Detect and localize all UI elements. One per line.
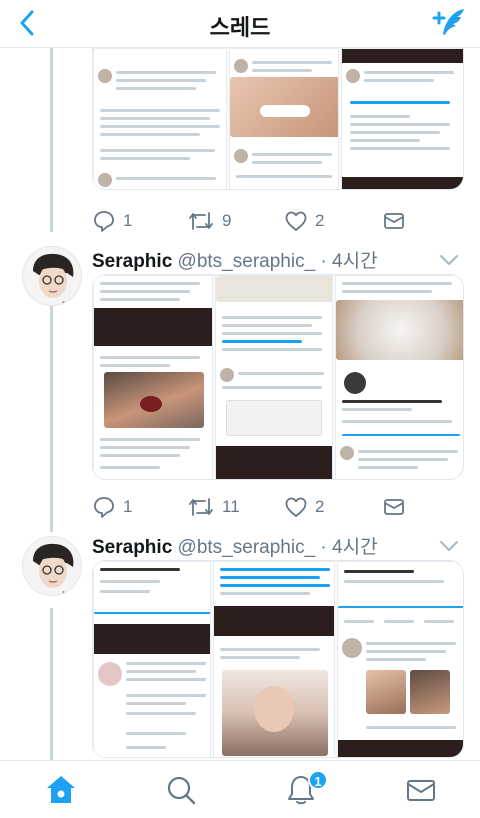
search-icon [167, 776, 196, 805]
tweet[interactable]: Seraphic @bts_seraphic_ · 4시간 [0, 536, 480, 760]
page-title: 스레드 [209, 15, 271, 40]
bottom-tab-bar [0, 760, 480, 818]
media-tile [93, 48, 227, 189]
retweet-icon [189, 212, 213, 230]
tweet-media[interactable] [92, 48, 464, 190]
media-tile [93, 275, 213, 479]
envelope-icon [384, 213, 404, 229]
profile-photo-icon [23, 537, 81, 595]
reply-icon [94, 211, 114, 232]
like-count: 2 [315, 211, 325, 230]
compose-button[interactable] [428, 6, 468, 40]
media-tile [337, 561, 463, 757]
like-button[interactable]: 2 [284, 206, 324, 236]
avatar[interactable] [22, 536, 82, 596]
profile-photo-icon [23, 247, 81, 305]
media-tile [93, 561, 211, 757]
display-name[interactable]: Seraphic [92, 537, 172, 558]
tweet-header: Seraphic @bts_seraphic_ · 4시간 [92, 246, 378, 273]
heart-icon [285, 497, 307, 517]
home-icon [47, 776, 75, 803]
avatar[interactable] [22, 246, 82, 306]
tweet-actions: 1 9 2 [92, 206, 464, 236]
like-count: 2 [315, 497, 325, 516]
tweet-media[interactable] [92, 274, 464, 480]
media-tile [229, 48, 339, 189]
retweet-icon [189, 498, 213, 516]
reply-button[interactable]: 1 [92, 206, 132, 236]
tweet[interactable]: 1 9 2 [0, 48, 480, 236]
reply-button[interactable]: 1 [92, 492, 132, 522]
compose-feather-icon [432, 9, 464, 35]
retweet-button[interactable]: 11 [187, 492, 240, 522]
tweet-media[interactable] [92, 560, 464, 758]
retweet-button[interactable]: 9 [187, 206, 231, 236]
user-handle[interactable]: @bts_seraphic_ [178, 537, 316, 558]
chevron-down-icon [440, 541, 458, 551]
notification-badge: 1 [308, 770, 328, 790]
timestamp[interactable]: · 4시간 [320, 537, 377, 558]
reply-count: 1 [123, 497, 133, 516]
share-button[interactable] [382, 206, 406, 236]
envelope-icon [384, 499, 404, 515]
top-bar: 스레드 [0, 0, 480, 48]
reply-count: 1 [123, 211, 133, 230]
tweet[interactable]: Seraphic @bts_seraphic_ · 4시간 [0, 236, 480, 536]
heart-icon [285, 211, 307, 231]
tweet-options-button[interactable] [438, 252, 460, 268]
tab-messages[interactable] [404, 773, 438, 807]
tweet-options-button[interactable] [438, 538, 460, 554]
media-tile [335, 275, 463, 479]
media-tile [341, 48, 463, 189]
share-button[interactable] [382, 492, 406, 522]
display-name[interactable]: Seraphic [92, 251, 172, 272]
retweet-count: 9 [222, 211, 232, 230]
retweet-count: 11 [222, 497, 240, 516]
user-handle[interactable]: @bts_seraphic_ [178, 251, 316, 272]
reply-icon [94, 497, 114, 518]
tweet-header: Seraphic @bts_seraphic_ · 4시간 [92, 532, 378, 559]
like-button[interactable]: 2 [284, 492, 324, 522]
tab-search[interactable] [164, 773, 198, 807]
media-tile [213, 561, 335, 757]
messages-icon [407, 780, 435, 801]
timestamp[interactable]: · 4시간 [320, 251, 377, 272]
chevron-down-icon [440, 255, 458, 265]
tweet-actions: 1 11 2 [92, 492, 464, 522]
tab-home[interactable] [44, 773, 78, 807]
media-tile [215, 275, 333, 479]
